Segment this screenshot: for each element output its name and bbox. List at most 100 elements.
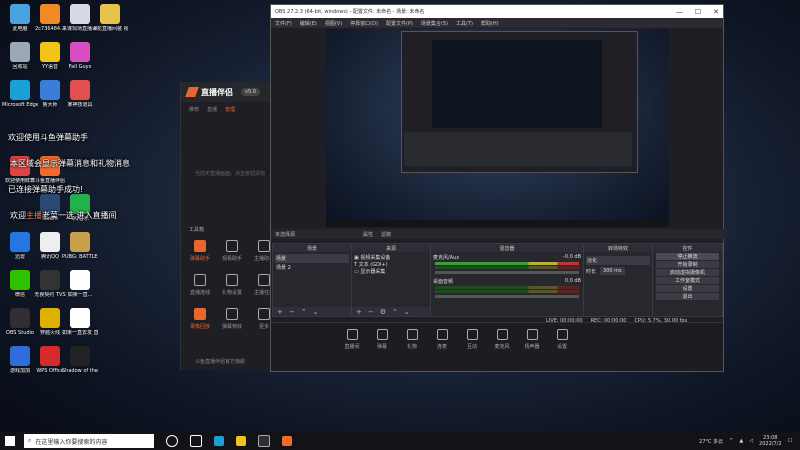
obs-menu-item[interactable]: 停靠窗口(D) (350, 20, 378, 27)
gear-icon[interactable]: ⚙ (380, 308, 386, 316)
notification-icon[interactable]: ☐ (788, 438, 792, 444)
tool-link[interactable]: 直播连线 (185, 274, 215, 296)
weather-label[interactable]: 27°C 多云 (699, 438, 723, 445)
obs-menu-item[interactable]: 工具(T) (456, 20, 473, 27)
tool-effect[interactable]: 弹幕特效 (217, 308, 247, 330)
clock[interactable]: 23:08 2022/7/2 (759, 435, 781, 447)
edge-icon[interactable] (214, 436, 224, 446)
transitions-dock: 转场特效 淡化 时长 300 ms (583, 243, 653, 317)
up-icon[interactable]: ⌃ (392, 308, 398, 316)
desktop-icon-label: 如果一直去发 直播... (62, 330, 98, 336)
obs-menu-item[interactable]: 编辑(E) (300, 20, 317, 27)
desktop-icon[interactable]: Fall Guys (62, 42, 98, 70)
app-icon (70, 232, 90, 252)
settings-button[interactable]: 设置 (656, 285, 719, 292)
obs-title-bar: OBS 27.2.3 (64-bit, windows) - 配置文件: 未命名… (271, 5, 723, 18)
properties-button[interactable]: 属性 (363, 231, 373, 238)
add-icon[interactable]: + (356, 308, 362, 316)
preview-desktop-icons (328, 35, 373, 205)
tab-recommend[interactable]: 推荐 (189, 106, 199, 113)
scene-item[interactable]: 场景 2 (275, 263, 349, 272)
studio-mode-button[interactable]: 工作室模式 (656, 277, 719, 284)
link-icon (436, 329, 448, 340)
obs-window: OBS 27.2.3 (64-bit, windows) - 配置文件: 未命名… (270, 4, 727, 372)
source-item[interactable]: T 文本 (GDI+) (354, 261, 428, 268)
bottom-item-speaker[interactable]: 扬声器 (519, 329, 545, 350)
filters-button[interactable]: 滤镜 (381, 231, 391, 238)
explorer-icon[interactable] (236, 436, 246, 446)
desktop-icon[interactable]: Shadow of the Tom... (62, 346, 98, 374)
obs-menu-item[interactable]: 场景集合(S) (421, 20, 448, 27)
remove-icon[interactable]: − (289, 308, 295, 316)
obs-title: OBS 27.2.3 (64-bit, windows) - 配置文件: 未命名… (275, 9, 425, 15)
volume-slider[interactable] (435, 271, 579, 274)
obs-menu-item[interactable]: 视图(V) (325, 20, 342, 27)
obs-menu-item[interactable]: 配置文件(P) (386, 20, 413, 27)
app-icon (10, 270, 30, 290)
tool-label: 礼物设置 (221, 290, 242, 296)
obs-menu-item[interactable]: 帮助(H) (481, 20, 499, 27)
exit-button[interactable]: 退出 (656, 293, 719, 300)
bottom-item-link[interactable]: 连麦 (429, 329, 455, 350)
desktop-icon[interactable]: PUBG: BATTLEGR... (62, 232, 98, 260)
bottom-item-interact[interactable]: 互动 (459, 329, 485, 350)
start-recording-button[interactable]: 开始录制 (656, 261, 719, 268)
source-item[interactable]: ▭ 显示器采集 (354, 268, 428, 275)
app-icon (10, 80, 30, 100)
taskbar-search[interactable]: ⌕ 在这里输入你要搜索的内容 (24, 434, 154, 448)
danmu-icon (376, 329, 388, 340)
tab-live[interactable]: 直播 (207, 106, 217, 113)
obs-preview[interactable] (326, 29, 669, 227)
add-icon[interactable]: + (277, 308, 283, 316)
remove-icon[interactable]: − (368, 308, 374, 316)
bottom-item-danmu[interactable]: 弹幕 (369, 329, 395, 350)
down-icon[interactable]: ⌄ (313, 308, 319, 316)
volume-icon[interactable]: ◁ (749, 438, 753, 444)
obs-taskbar-icon[interactable] (258, 435, 270, 447)
desktop-icon[interactable]: 如果一直去发 直播... (62, 308, 98, 336)
app-icon (10, 308, 30, 328)
tab-manage[interactable]: 管理 (225, 106, 235, 113)
tool-gift[interactable]: 礼物设置 (217, 274, 247, 296)
bottom-item-settings[interactable]: 设置 (549, 329, 575, 350)
minimize-icon[interactable]: — (676, 8, 683, 16)
stop-stream-button[interactable]: 停止推流 (656, 253, 719, 260)
controls-dock: 控件 停止推流 开始录制 启动虚拟摄像机 工作室模式 设置 退出 (652, 243, 723, 317)
close-icon[interactable]: ✕ (713, 8, 719, 16)
assistant-footer: 斗鱼直播伴侣官方旗舰 (195, 359, 246, 365)
desktop-icon[interactable]: 百花直播间装 视图 (92, 4, 128, 32)
douyu-taskbar-icon[interactable] (282, 436, 292, 446)
task-view-icon[interactable] (190, 435, 202, 447)
down-icon[interactable]: ⌄ (404, 308, 410, 316)
bottom-item-mic[interactable]: 麦克风 (489, 329, 515, 350)
windows-start-icon[interactable] (5, 436, 15, 446)
desktop-icon[interactable]: 某神技道具 (62, 80, 98, 108)
tool-danmu[interactable]: 弹幕助手 (185, 240, 215, 262)
transition-select[interactable]: 淡化 (586, 256, 650, 265)
live-assistant-header: 直播伴侣 v5.0 (181, 82, 277, 102)
bottom-label: 设置 (556, 344, 567, 350)
chevron-up-icon[interactable]: ^ (729, 438, 733, 444)
overlay-welcome-word: 欢迎 (10, 211, 26, 220)
nested-obs-preview (401, 31, 638, 173)
maximize-icon[interactable]: ☐ (695, 8, 701, 16)
tool-viewer[interactable]: 观看助手 (217, 240, 247, 262)
duration-input[interactable]: 300 ms (600, 267, 625, 275)
bottom-item-room[interactable]: 直播间 (339, 329, 365, 350)
bottom-item-gift[interactable]: 礼物 (399, 329, 425, 350)
scene-item[interactable]: 场景 (275, 254, 349, 263)
cortana-icon[interactable] (166, 435, 178, 447)
up-icon[interactable]: ⌃ (301, 308, 307, 316)
virtual-camera-button[interactable]: 启动虚拟摄像机 (656, 269, 719, 276)
source-item[interactable]: ▣ 视频采集设备 (354, 254, 428, 261)
bottom-label: 麦克风 (494, 344, 510, 350)
scenes-dock: 场景 场景 场景 2 + − ⌃ ⌄ (272, 243, 352, 317)
volume-slider[interactable] (435, 295, 579, 298)
app-icon (40, 270, 60, 290)
obs-menu-item[interactable]: 文件(F) (275, 20, 292, 27)
tool-replay[interactable]: 录像回放 (185, 308, 215, 330)
network-icon[interactable]: ▲ (739, 438, 743, 444)
gear-icon (556, 329, 568, 340)
desktop-icon[interactable]: 如果一直... (62, 270, 98, 298)
no-source-label: 未选择源 (275, 231, 296, 238)
